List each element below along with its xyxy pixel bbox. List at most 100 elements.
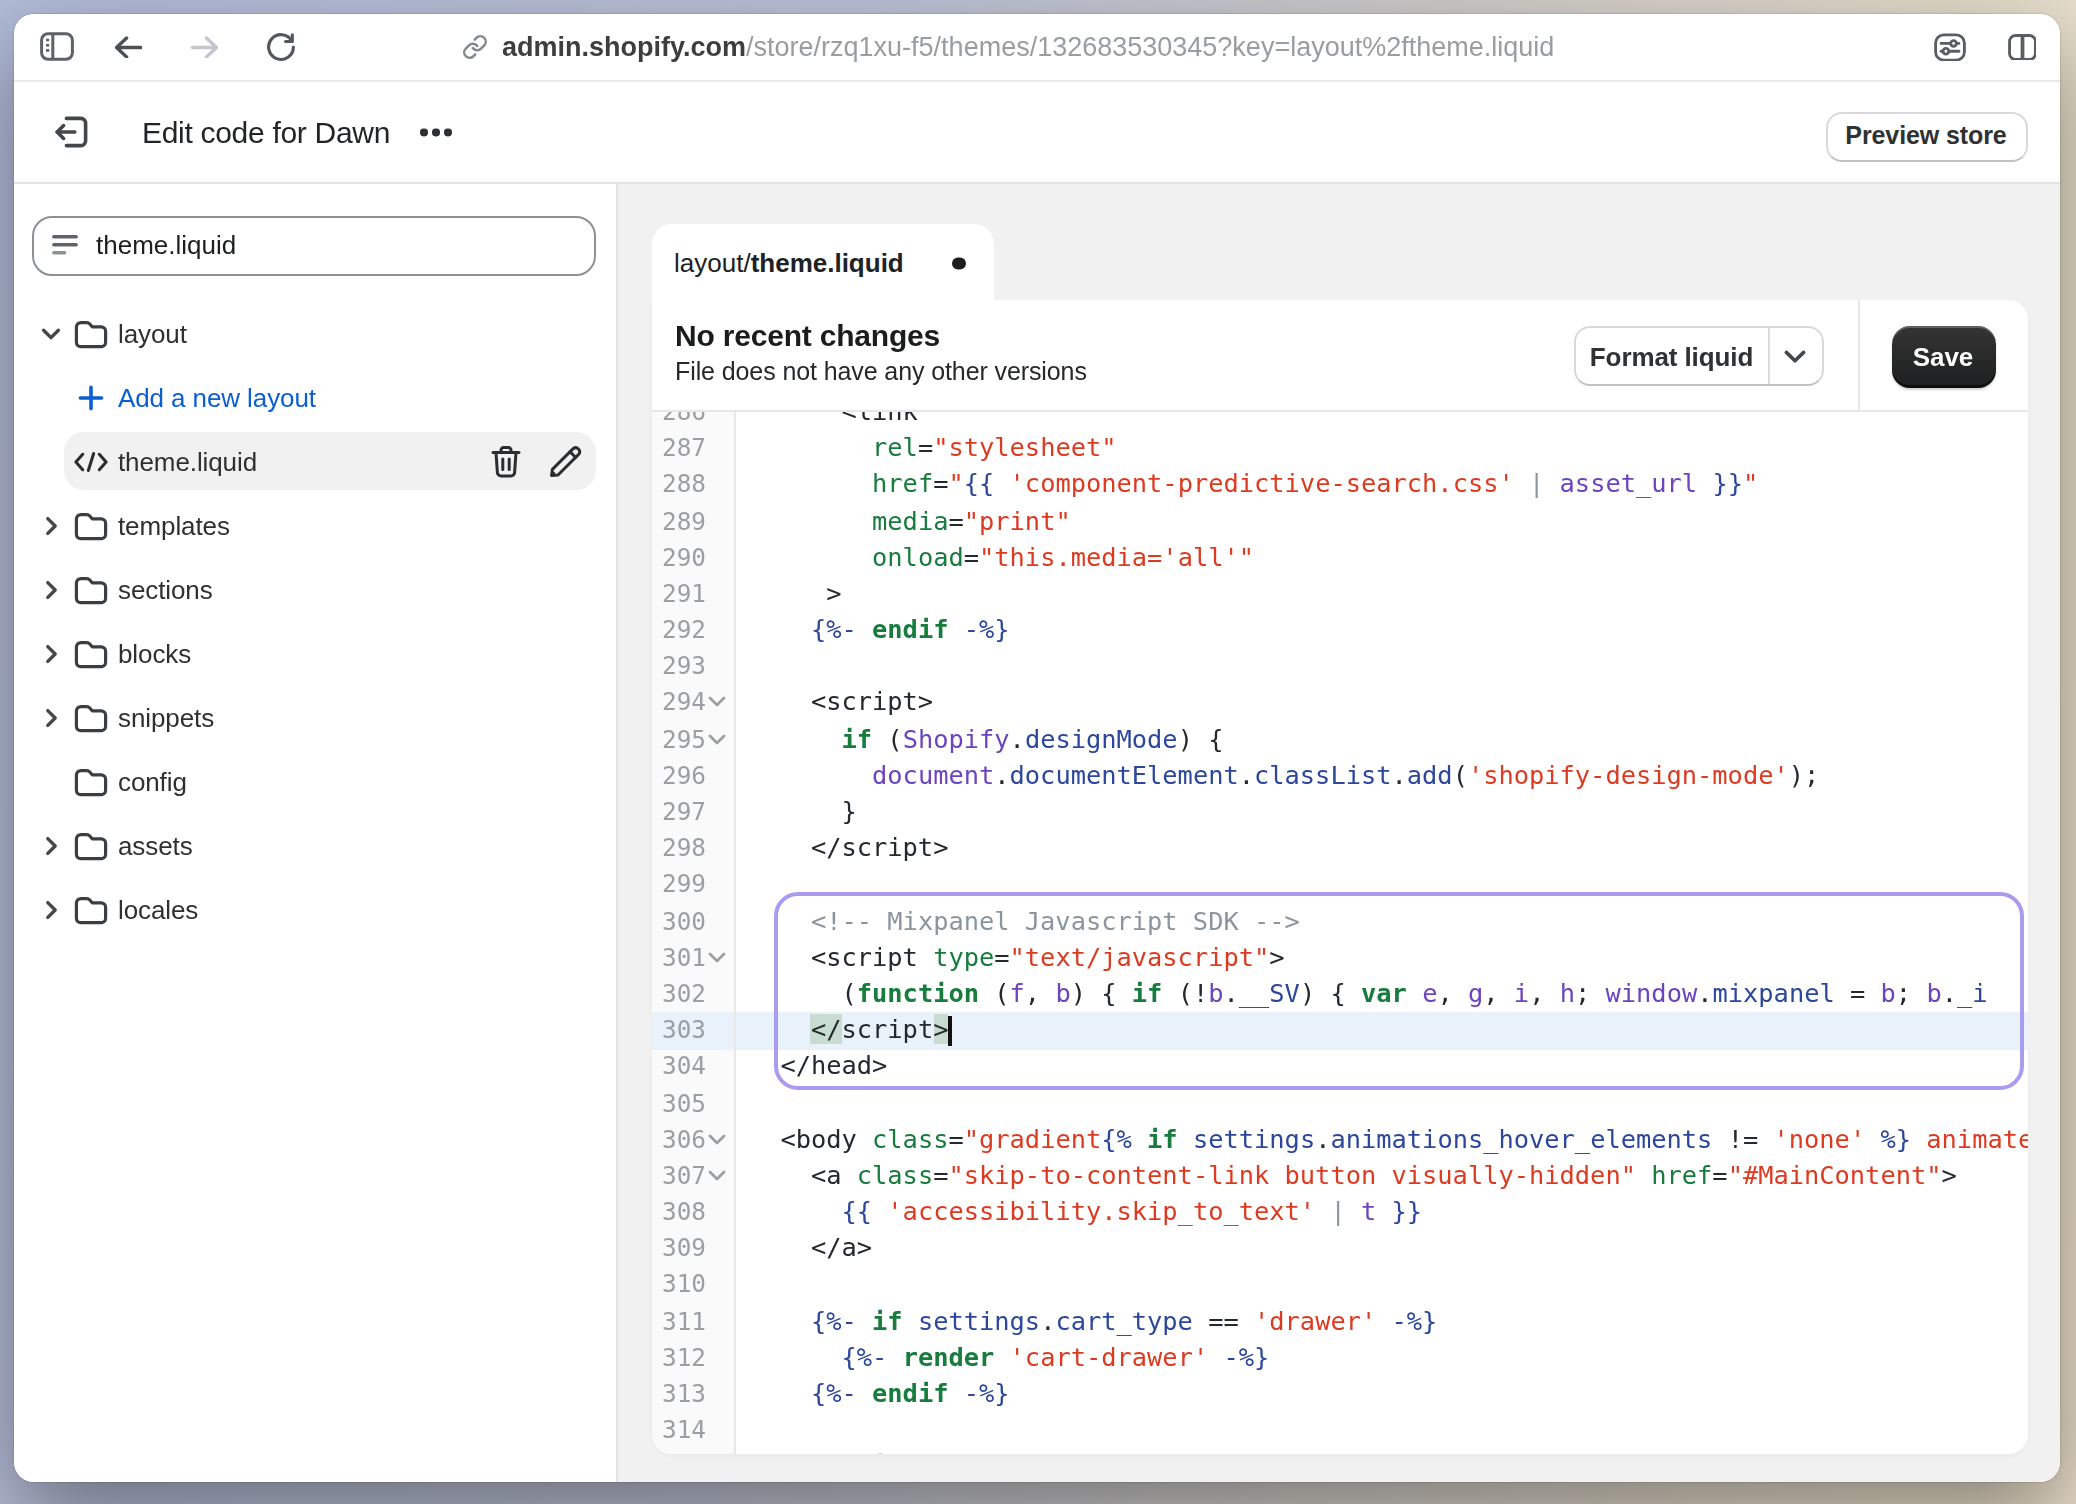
back-icon[interactable] (110, 31, 146, 63)
reader-settings-icon[interactable] (1930, 30, 1968, 64)
expand-chevron[interactable] (40, 322, 62, 344)
code-line-298[interactable]: 298 </script> (651, 830, 2028, 866)
sidebar-item-sections[interactable]: sections (14, 557, 616, 621)
code-line-289[interactable]: 289 media="print" (651, 503, 2028, 539)
code-text: </a> (733, 1231, 2028, 1267)
sidebar-item-add-a-new-layout[interactable]: Add a new layout (14, 365, 616, 429)
folder-icon-slot (74, 636, 108, 670)
folder-icon-slot (74, 508, 108, 542)
format-dropdown[interactable] (1767, 329, 1821, 385)
code-line-296[interactable]: 296 document.documentElement.classList.a… (651, 758, 2028, 794)
url-bar[interactable]: admin.shopify.com/store/rzq1xu-f5/themes… (462, 14, 1554, 80)
code-line-312[interactable]: 312 {%- render 'cart-drawer' -%} (651, 1340, 2028, 1376)
code-line-292[interactable]: 292 {%- endif -%} (651, 612, 2028, 648)
fold-chevron-icon (708, 1133, 726, 1145)
search-input[interactable] (96, 230, 594, 260)
folder-icon-slot (74, 700, 108, 734)
line-number: 293 (651, 649, 733, 685)
folder-icon (74, 766, 108, 796)
code-line-303[interactable]: 303 </script> (651, 1012, 2028, 1048)
folder-icon (74, 510, 108, 540)
sidebar-item-assets[interactable]: assets (14, 813, 616, 877)
code-line-294[interactable]: 294 <script> (651, 685, 2028, 721)
format-liquid-button[interactable]: Format liquid (1574, 327, 1823, 387)
line-number: 305 (651, 1085, 733, 1121)
sidebar-item-label: Add a new layout (118, 382, 316, 412)
code-line-299[interactable]: 299 (651, 867, 2028, 903)
url-text: admin.shopify.com/store/rzq1xu-f5/themes… (502, 32, 1554, 62)
code-line-304[interactable]: 304</head> (651, 1049, 2028, 1085)
content: layout Add a new layout theme.liquidtempla… (14, 184, 2060, 1482)
line-number: 308 (651, 1194, 733, 1230)
chevron-right-icon (40, 706, 62, 728)
exit-icon[interactable] (52, 112, 92, 152)
code-line-311[interactable]: 311 {%- if settings.cart_type == 'drawer… (651, 1303, 2028, 1339)
sidebar-item-config[interactable]: config (14, 749, 616, 813)
main-area: layout/theme.liquid No recent changes Fi… (618, 184, 2060, 1482)
code-text: {%- if settings.cart_type == 'drawer' -%… (733, 1303, 2028, 1339)
code-line-314[interactable]: 314 (651, 1412, 2028, 1448)
code-line-300[interactable]: 300 <!-- Mixpanel Javascript SDK --> (651, 903, 2028, 939)
code-line-305[interactable]: 305 (651, 1085, 2028, 1121)
folder-icon-slot (74, 572, 108, 606)
expand-chevron[interactable] (40, 706, 62, 728)
line-number: 309 (651, 1231, 733, 1267)
trash-button[interactable] (488, 444, 522, 478)
sidebar-item-snippets[interactable]: snippets (14, 685, 616, 749)
reload-icon[interactable] (262, 29, 298, 65)
expand-chevron[interactable] (40, 834, 62, 856)
code-line-307[interactable]: 307 <a class="skip-to-content-link butto… (651, 1158, 2028, 1194)
url-path: /store/rzq1xu-f5/themes/132683530345?key… (746, 32, 1554, 62)
folder-icon (74, 318, 108, 348)
code-line-310[interactable]: 310 (651, 1267, 2028, 1303)
expand-chevron[interactable] (40, 642, 62, 664)
sidebar-item-blocks[interactable]: blocks (14, 621, 616, 685)
expand-chevron[interactable] (40, 898, 62, 920)
code-line-295[interactable]: 295 if (Shopify.designMode) { (651, 721, 2028, 757)
code-line-308[interactable]: 308 {{ 'accessibility.skip_to_text' | t … (651, 1194, 2028, 1230)
format-liquid-label[interactable]: Format liquid (1576, 329, 1767, 385)
code-line-290[interactable]: 290 onload="this.media='all'" (651, 539, 2028, 575)
sidebar-item-layout[interactable]: layout (14, 301, 616, 365)
expand-chevron[interactable] (40, 578, 62, 600)
forward-icon[interactable] (186, 31, 222, 63)
browser-sidebar-toggle-icon[interactable] (32, 27, 80, 67)
code-line-288[interactable]: 288 href="{{ 'component-predictive-searc… (651, 467, 2028, 503)
code-text: </script> (733, 1012, 2028, 1048)
code-text: href="{{ 'component-predictive-search.cs… (733, 467, 2028, 503)
save-button[interactable]: Save (1891, 326, 1995, 389)
screen: admin.shopify.com/store/rzq1xu-f5/themes… (0, 0, 2076, 1504)
plus-icon (78, 384, 104, 410)
app-header: Edit code for Dawn Preview store (14, 82, 2060, 184)
pencil-button[interactable] (548, 444, 582, 478)
code-text: <script> (733, 685, 2028, 721)
code-line-293[interactable]: 293 (651, 649, 2028, 685)
code-line-286[interactable]: 286 <link (651, 413, 2028, 431)
code-text: media="print" (733, 503, 2028, 539)
editor-card: No recent changes File does not have any… (651, 301, 2028, 1454)
more-actions-icon[interactable] (416, 116, 456, 147)
code-line-315[interactable]: 315 {%- if settings.cart_type != 'drawer… (651, 1449, 2028, 1454)
code-line-306[interactable]: 306<body class="gradient{% if settings.a… (651, 1121, 2028, 1157)
code-line-297[interactable]: 297 } (651, 794, 2028, 830)
split-view-icon[interactable] (2005, 31, 2039, 63)
toolbar-divider (1857, 301, 1859, 413)
file-search[interactable] (32, 215, 596, 275)
tab-theme-liquid[interactable]: layout/theme.liquid (651, 224, 994, 303)
code-line-291[interactable]: 291 > (651, 576, 2028, 612)
preview-store-button[interactable]: Preview store (1825, 111, 2027, 161)
code-editor[interactable]: 286 <link287 rel="stylesheet"288 href="{… (651, 413, 2028, 1454)
code-line-302[interactable]: 302 (function (f, b) { if (!b.__SV) { va… (651, 976, 2028, 1012)
code-line-287[interactable]: 287 rel="stylesheet" (651, 430, 2028, 466)
expand-chevron[interactable] (40, 514, 62, 536)
chevron-right-icon (40, 578, 62, 600)
sidebar-item-templates[interactable]: templates (14, 493, 616, 557)
sidebar-item-theme-liquid[interactable]: theme.liquid (14, 429, 616, 493)
code-text: <script type="text/javascript"> (733, 940, 2028, 976)
sidebar-item-locales[interactable]: locales (14, 877, 616, 941)
code-line-301[interactable]: 301 <script type="text/javascript"> (651, 940, 2028, 976)
code-line-313[interactable]: 313 {%- endif -%} (651, 1376, 2028, 1412)
code-icon (74, 450, 108, 472)
code-text: } (733, 794, 2028, 830)
code-line-309[interactable]: 309 </a> (651, 1231, 2028, 1267)
